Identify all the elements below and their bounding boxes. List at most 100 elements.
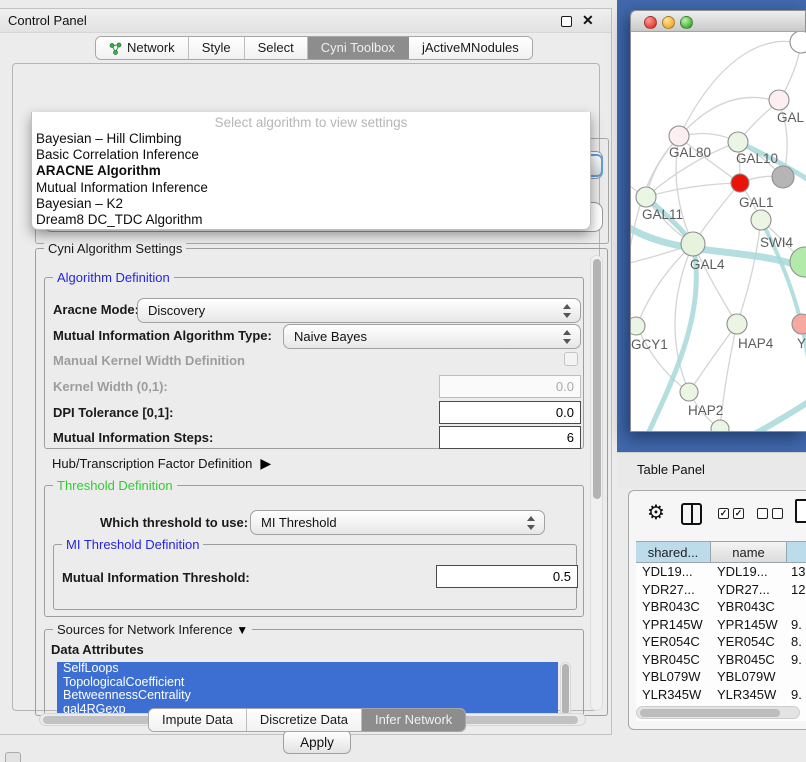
table-cell: YBR043C (711, 598, 787, 616)
hub-definition-label: Hub/Transcription Factor Definition (52, 456, 252, 471)
table-row[interactable]: YDR27...YDR27...12 (636, 581, 806, 599)
tab-discretize-data[interactable]: Discretize Data (247, 709, 362, 731)
network-graph: GALGAL80GAL10GAL1GAL11SWI4GAL4GCY1HAP4YH… (631, 32, 806, 432)
deselect-checkbox-icon[interactable] (757, 508, 768, 519)
deselect-checkbox-icon[interactable] (772, 508, 783, 519)
table-hscroll-thumb[interactable] (640, 709, 780, 717)
attributes-scrollbar-thumb[interactable] (562, 664, 569, 714)
kernel-width-field[interactable]: 0.0 (439, 375, 581, 398)
which-threshold-value: MI Threshold (261, 515, 337, 530)
column-header-shared[interactable]: shared... (636, 541, 711, 563)
minimize-window-icon[interactable] (662, 16, 675, 29)
table-row[interactable]: YER054CYER054C8. (636, 633, 806, 651)
close-window-icon[interactable] (644, 16, 657, 29)
screen: Control Panel ✕ Network Style Select Cyni T… (0, 0, 806, 762)
aracne-mode-combobox[interactable]: Discovery (137, 298, 581, 323)
tab-jactivemnodules[interactable]: jActiveMNodules (409, 37, 532, 59)
mi-type-combobox[interactable]: Naive Bayes (283, 324, 581, 349)
table-row[interactable]: YBR043CYBR043C (636, 598, 806, 616)
table-cell: YDL19... (636, 563, 711, 581)
table-cell: YBR045C (636, 651, 711, 669)
dpi-tolerance-field[interactable]: 0.0 (439, 401, 581, 424)
sources-group: Sources for Network Inference ▼ Data Att… (44, 629, 584, 716)
document-icon[interactable] (795, 499, 806, 523)
attributes-scrollbar[interactable] (560, 662, 571, 716)
tab-infer-network[interactable]: Infer Network (362, 709, 465, 731)
table-panel-title: Table Panel (637, 462, 705, 477)
tab-network[interactable]: Network (96, 37, 189, 59)
manual-kernel-checkbox[interactable] (564, 352, 578, 366)
settings-vertical-scrollbar[interactable] (590, 255, 603, 711)
table-row[interactable]: YPR145WYPR145W9. (636, 616, 806, 634)
node-gray[interactable] (772, 166, 794, 188)
select-all-checkbox-icon[interactable]: ✓ (733, 508, 744, 519)
network-window-titlebar[interactable] (630, 10, 806, 32)
table-row[interactable]: YBL079WYBL079W (636, 668, 806, 686)
dpi-tolerance-label: DPI Tolerance [0,1]: (53, 405, 173, 420)
expand-arrow-icon: ▶ (260, 455, 271, 471)
tab-cyni-toolbox[interactable]: Cyni Toolbox (308, 37, 409, 59)
mi-threshold-definition-group: MI Threshold Definition Mutual Informati… (53, 544, 577, 610)
table-toolbar: ⚙ ✓ ✓ (629, 491, 806, 541)
table-cell: 8. (787, 633, 806, 651)
apply-button[interactable]: Apply (283, 730, 351, 754)
attribute-item-betweennesscentrality[interactable]: BetweennessCentrality (57, 689, 558, 703)
table-row[interactable]: YBR045CYBR045C9. (636, 651, 806, 669)
node-salmon[interactable] (792, 314, 806, 334)
node-gcy1[interactable] (631, 317, 645, 335)
table-row[interactable]: YDL19...YDL19...13 (636, 563, 806, 581)
algorithm-option-mutual-information-inference[interactable]: Mutual Information Inference (32, 180, 590, 196)
algorithm-option-aracne-algorithm[interactable]: ARACNE Algorithm (32, 163, 590, 179)
tab-label: Select (258, 37, 294, 59)
hub-definition-expander[interactable]: Hub/Transcription Factor Definition ▶ (52, 455, 271, 472)
which-threshold-combobox[interactable]: MI Threshold (250, 510, 545, 535)
split-view-icon[interactable] (681, 503, 702, 525)
tab-style[interactable]: Style (189, 37, 245, 59)
column-header-name[interactable]: name (711, 541, 787, 563)
settings-vscroll-thumb[interactable] (593, 259, 601, 499)
network-canvas[interactable]: GALGAL80GAL10GAL1GAL11SWI4GAL4GCY1HAP4YH… (630, 32, 806, 432)
dpi-tolerance-value: 0.0 (556, 405, 574, 420)
zoom-window-icon[interactable] (680, 16, 693, 29)
tab-label: Infer Network (375, 709, 452, 731)
control-panel-title: Control Panel (8, 13, 87, 28)
select-all-checkbox-icon[interactable]: ✓ (718, 508, 729, 519)
node-swi4[interactable] (751, 210, 771, 230)
node-gal-pink[interactable] (769, 90, 789, 110)
node-bottom[interactable] (711, 420, 729, 432)
kernel-width-value: 0.0 (556, 379, 574, 394)
algorithm-option-bayesian-hill-climbing[interactable]: Bayesian – Hill Climbing (32, 131, 590, 147)
tab-impute-data[interactable]: Impute Data (149, 709, 247, 731)
attribute-item-selfloops[interactable]: SelfLoops (57, 662, 558, 676)
node-top[interactable] (790, 32, 806, 53)
mi-threshold-field[interactable]: 0.5 (436, 565, 578, 588)
algorithm-option-bayesian-k2[interactable]: Bayesian – K2 (32, 196, 590, 212)
algorithm-definition-title: Algorithm Definition (53, 270, 174, 285)
taskbar-chip-icon[interactable] (5, 752, 21, 762)
algorithm-option-dream8-dc-tdc-algorithm[interactable]: Dream8 DC_TDC Algorithm (32, 212, 590, 228)
node-gal10[interactable] (728, 132, 748, 152)
table-horizontal-scrollbar[interactable] (636, 706, 800, 719)
float-window-icon[interactable] (561, 16, 572, 27)
collapse-arrow-icon[interactable]: ▼ (236, 623, 248, 637)
attribute-item-topologicalcoefficient[interactable]: TopologicalCoefficient (57, 676, 558, 690)
node-gal80-label: GAL80 (669, 145, 711, 160)
table-cell: YER054C (711, 633, 787, 651)
mi-steps-field[interactable]: 6 (439, 426, 581, 449)
table-cell: YBR045C (711, 651, 787, 669)
node-hap2[interactable] (680, 383, 698, 401)
node-hap4[interactable] (727, 314, 747, 334)
tab-select[interactable]: Select (245, 37, 308, 59)
column-header-2[interactable] (787, 541, 806, 563)
node-gal4[interactable] (681, 232, 705, 256)
node-gal10-label: GAL10 (736, 151, 778, 166)
table-cell (787, 668, 806, 686)
close-panel-icon[interactable]: ✕ (582, 12, 594, 29)
node-gal11[interactable] (636, 187, 656, 207)
table-row[interactable]: YLR345WYLR345W9. (636, 686, 806, 704)
algorithm-option-basic-correlation-inference[interactable]: Basic Correlation Inference (32, 147, 590, 163)
tab-label: Style (202, 37, 231, 59)
node-gal1[interactable] (731, 174, 749, 192)
node-gal80[interactable] (669, 126, 689, 146)
gear-icon[interactable]: ⚙ (647, 500, 665, 525)
